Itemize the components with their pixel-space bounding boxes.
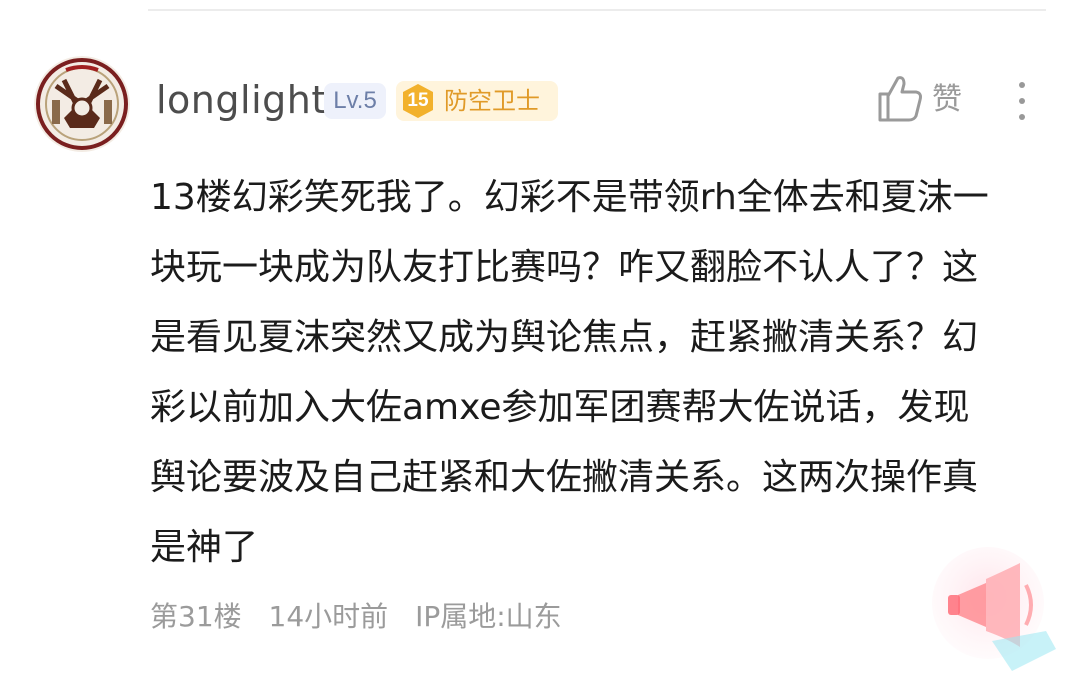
fan-badge-title: 防空卫士	[444, 87, 540, 115]
content-line: 13楼幻彩笑死我了。幻彩不是带领rh全体去和夏沫一	[150, 177, 989, 218]
floating-megaphone-button[interactable]	[928, 545, 1068, 675]
fan-level-icon: 15	[400, 83, 436, 119]
fan-badge[interactable]: 15 防空卫士	[396, 81, 558, 121]
fan-level-number: 15	[407, 90, 429, 111]
content-line: 块玩一块成为队友打比赛吗？咋又翻脸不认人了？这	[150, 247, 979, 288]
username[interactable]: longlight	[156, 76, 327, 124]
like-label: 赞	[932, 82, 962, 117]
comment-meta: 第31楼 14小时前 IP属地:山东	[150, 596, 580, 638]
content-line: 舆论要波及自己赶紧和大佐撇清关系。这两次操作真	[150, 457, 979, 498]
content-line: 是看见夏沫突然又成为舆论焦点，赶紧撇清关系？幻	[150, 317, 979, 358]
more-options-button[interactable]	[1004, 76, 1040, 126]
comment-content: 13楼幻彩笑死我了。幻彩不是带领rh全体去和夏沫一 块玩一块成为队友打比赛吗？咋…	[150, 163, 1048, 583]
megaphone-icon	[932, 547, 1056, 671]
thumb-up-icon	[878, 76, 922, 122]
level-badge: Lv.5	[324, 83, 386, 119]
top-divider	[148, 9, 1046, 11]
avatar-emblem-icon	[34, 56, 130, 152]
like-button[interactable]: 赞	[876, 72, 972, 128]
user-avatar[interactable]	[34, 56, 130, 152]
content-line: 是神了	[150, 527, 259, 568]
floor-number: 第31楼	[150, 600, 242, 633]
ip-location: IP属地:山东	[415, 600, 562, 633]
post-time: 14小时前	[268, 600, 389, 633]
content-line: 彩以前加入大佐amxe参加军团赛帮大佐说话，发现	[150, 387, 970, 428]
